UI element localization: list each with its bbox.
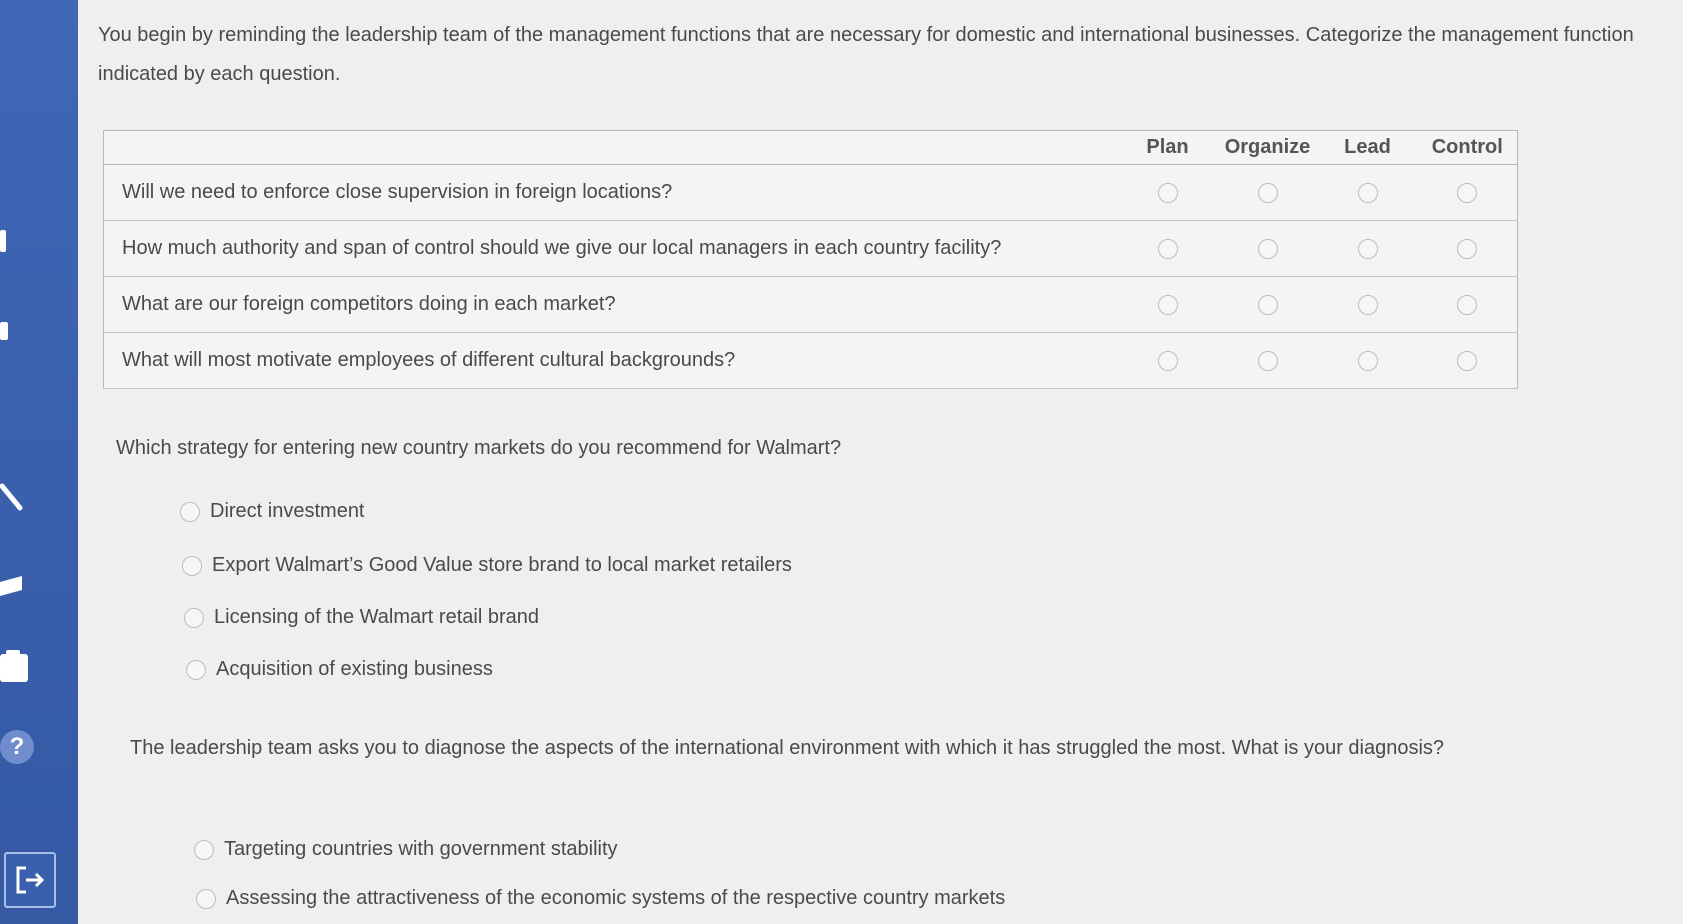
matrix-header-blank <box>103 130 1118 165</box>
matrix-row: What will most motivate employees of dif… <box>103 332 1518 389</box>
column-header-organize: Organize <box>1217 130 1318 165</box>
radio-plan[interactable] <box>1157 294 1178 315</box>
radio-button[interactable] <box>196 888 216 909</box>
radio-plan[interactable] <box>1157 238 1178 259</box>
exit-icon <box>16 866 45 894</box>
row-question: How much authority and span of control s… <box>103 220 1118 277</box>
radio-plan[interactable] <box>1157 350 1178 371</box>
radio-lead[interactable] <box>1357 238 1378 259</box>
strategy-option[interactable]: Licensing of the Walmart retail brand <box>184 606 539 629</box>
row-question: What are our foreign competitors doing i… <box>103 276 1118 333</box>
radio-organize[interactable] <box>1257 238 1278 259</box>
strategy-option[interactable]: Export Walmart’s Good Value store brand … <box>182 554 792 577</box>
intro-text: You begin by reminding the leadership te… <box>98 24 1634 85</box>
matrix-row: Will we need to enforce close supervisio… <box>103 164 1518 221</box>
column-header-control: Control <box>1417 130 1518 165</box>
option-label: Targeting countries with government stab… <box>224 838 618 860</box>
option-label: Licensing of the Walmart retail brand <box>214 606 539 628</box>
column-header-plan: Plan <box>1117 130 1218 165</box>
matrix-row: What are our foreign competitors doing i… <box>103 276 1518 333</box>
option-label: Assessing the attractiveness of the econ… <box>226 887 1006 909</box>
exit-button[interactable] <box>4 852 56 908</box>
strategy-question: Which strategy for entering new country … <box>116 437 842 459</box>
option-label: Acquisition of existing business <box>216 658 493 680</box>
diagnosis-option[interactable]: Targeting countries with government stab… <box>194 838 618 861</box>
radio-button[interactable] <box>184 607 204 628</box>
radio-button[interactable] <box>180 501 200 522</box>
radio-button[interactable] <box>194 839 214 860</box>
radio-lead[interactable] <box>1357 294 1378 315</box>
option-label: Direct investment <box>210 500 365 522</box>
strategy-option[interactable]: Acquisition of existing business <box>186 658 493 681</box>
row-question: What will most motivate employees of dif… <box>103 332 1118 389</box>
radio-control[interactable] <box>1457 182 1478 203</box>
radio-organize[interactable] <box>1257 350 1278 371</box>
radio-button[interactable] <box>186 659 206 680</box>
sidebar-tab-marker[interactable] <box>0 322 8 340</box>
radio-control[interactable] <box>1457 350 1478 371</box>
radio-organize[interactable] <box>1257 294 1278 315</box>
help-icon[interactable]: ? <box>0 730 34 764</box>
main-content: You begin by reminding the leadership te… <box>78 0 1683 924</box>
radio-button[interactable] <box>182 555 202 576</box>
diagnosis-question: The leadership team asks you to diagnose… <box>130 737 1445 759</box>
radio-control[interactable] <box>1457 294 1478 315</box>
radio-control[interactable] <box>1457 238 1478 259</box>
diagnosis-option[interactable]: Assessing the attractiveness of the econ… <box>196 887 1005 910</box>
option-label: Export Walmart’s Good Value store brand … <box>212 554 792 576</box>
sidebar-tab-marker[interactable] <box>0 230 6 252</box>
strategy-option[interactable]: Direct investment <box>180 500 365 523</box>
clipboard-icon[interactable] <box>0 650 28 682</box>
management-function-matrix: Plan Organize Lead Control Will we need … <box>103 130 1518 389</box>
column-header-lead: Lead <box>1317 130 1418 165</box>
radio-plan[interactable] <box>1157 182 1178 203</box>
row-question: Will we need to enforce close supervisio… <box>103 164 1118 221</box>
tools-icon[interactable] <box>0 482 30 512</box>
radio-lead[interactable] <box>1357 182 1378 203</box>
graduation-cap-icon[interactable] <box>0 570 30 600</box>
matrix-row: How much authority and span of control s… <box>103 220 1518 277</box>
left-sidebar: ? <box>0 0 78 924</box>
radio-organize[interactable] <box>1257 182 1278 203</box>
radio-lead[interactable] <box>1357 350 1378 371</box>
